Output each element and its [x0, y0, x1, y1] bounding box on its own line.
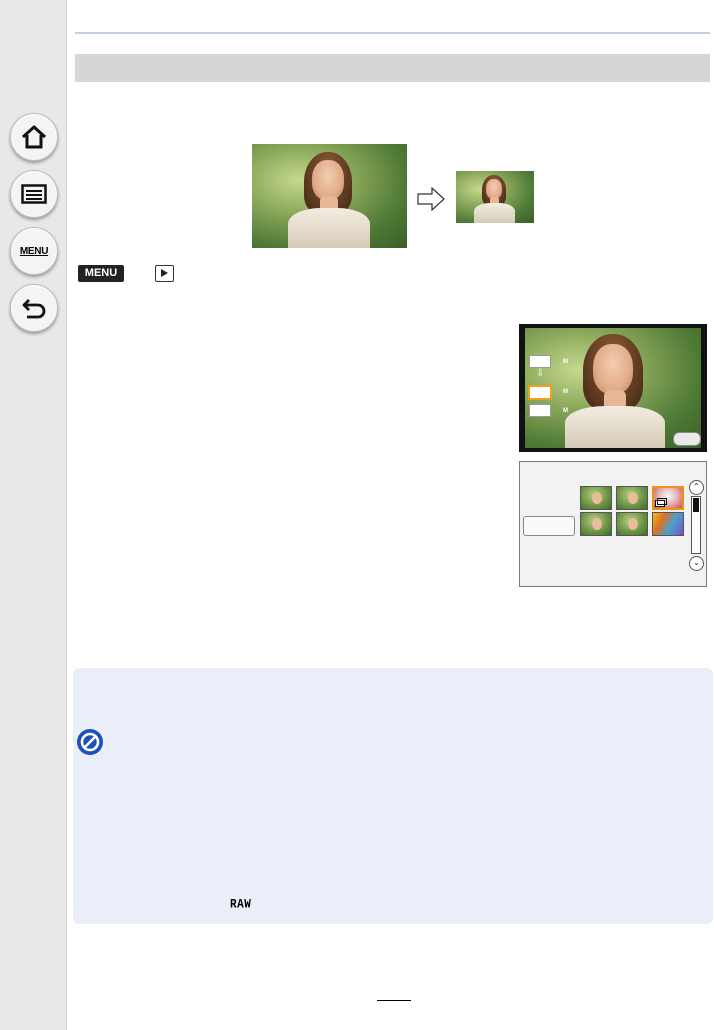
- section-header: [75, 54, 710, 82]
- scrollbar[interactable]: [691, 496, 701, 554]
- resize-arrow-icon: [417, 187, 445, 211]
- thumbnail[interactable]: [652, 512, 684, 536]
- thumbnail-selected[interactable]: [652, 486, 684, 510]
- menu-button[interactable]: MENU: [10, 227, 58, 275]
- back-arrow-icon: [22, 299, 46, 319]
- image-selection-screen: ⌃ ⌄: [519, 461, 707, 587]
- contents-button[interactable]: [10, 170, 58, 218]
- menu-badge: MENU: [78, 265, 124, 282]
- list-icon: [21, 184, 47, 204]
- menu-icon: MENU: [19, 245, 49, 257]
- raw-format-label: RAW: [230, 898, 252, 912]
- back-button[interactable]: [10, 284, 58, 332]
- scroll-up-button[interactable]: ⌃: [689, 480, 704, 495]
- size-option-selected[interactable]: [528, 385, 552, 400]
- home-button[interactable]: [10, 113, 58, 161]
- size-mark: M: [563, 359, 568, 365]
- top-rule: [75, 32, 710, 34]
- execute-button[interactable]: [523, 516, 575, 536]
- resize-size-screen: M ⇩ M M: [519, 324, 707, 452]
- prohibit-icon: [77, 729, 103, 755]
- size-option-current[interactable]: [529, 355, 551, 368]
- size-option-smaller[interactable]: [529, 404, 551, 417]
- home-icon: [21, 125, 47, 149]
- page-number-rule: [377, 1000, 411, 1001]
- thumbnail[interactable]: [580, 486, 612, 510]
- resized-photo: [456, 171, 534, 223]
- playback-icon: [155, 265, 174, 282]
- original-photo: [252, 144, 407, 248]
- notes-box: [73, 668, 713, 924]
- thumbnail[interactable]: [616, 486, 648, 510]
- size-mark: M: [563, 389, 568, 395]
- scroll-down-button[interactable]: ⌄: [689, 556, 704, 571]
- down-arrow-icon: ⇩: [536, 368, 545, 379]
- set-button[interactable]: [673, 432, 701, 446]
- navigation-sidebar: MENU: [0, 0, 67, 1030]
- thumbnail[interactable]: [580, 512, 612, 536]
- size-mark: M: [563, 408, 568, 414]
- selected-mark-icon: [655, 498, 667, 507]
- thumbnail[interactable]: [616, 512, 648, 536]
